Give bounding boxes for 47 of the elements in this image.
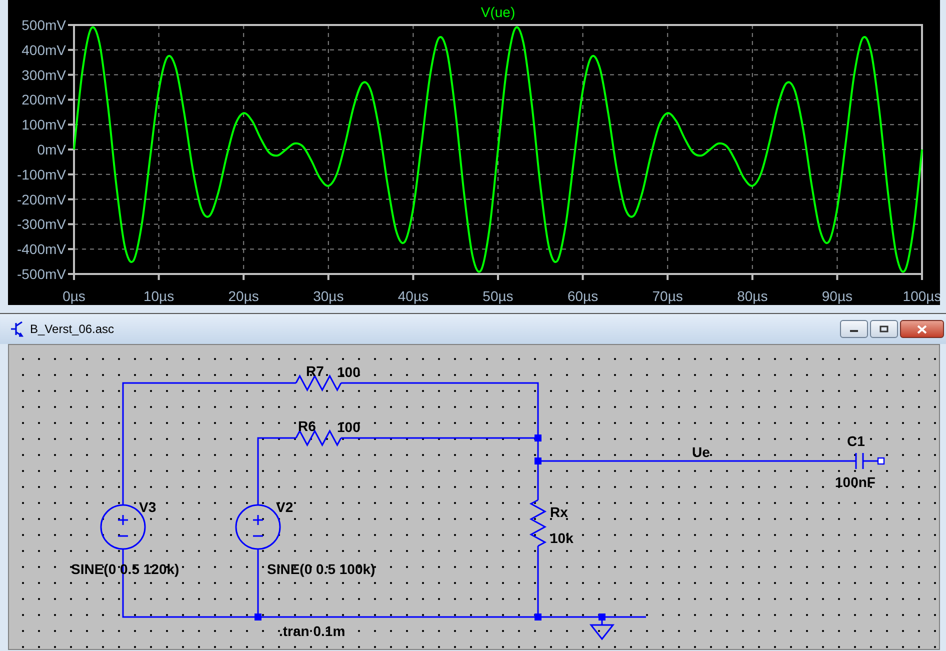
y-axis-label: -400mV: [16, 241, 66, 258]
y-axis-label: 0mV: [37, 142, 66, 158]
component-value: 10k: [550, 530, 574, 546]
trace-label: V(ue): [480, 4, 516, 20]
component-name: V2: [276, 499, 294, 515]
y-axis-label: -300mV: [16, 216, 66, 232]
y-axis-label: 500mV: [22, 17, 66, 33]
x-axis-label: 0µs: [62, 288, 86, 304]
component-value: 100: [337, 419, 360, 435]
close-icon: [917, 324, 927, 334]
spice-directive: .tran 0.1m: [279, 623, 346, 639]
component-name: R7: [306, 363, 324, 379]
transistor-icon: [10, 321, 24, 337]
port-terminal: [877, 457, 885, 465]
minimize-button[interactable]: [840, 320, 868, 338]
close-button[interactable]: [900, 320, 944, 338]
ground-symbol: [590, 619, 615, 640]
x-axis-label: 70µs: [652, 288, 683, 304]
x-axis-label: 80µs: [737, 288, 768, 304]
component-value: 100nF: [835, 474, 876, 490]
x-axis-label: 90µs: [822, 288, 853, 304]
maximize-button[interactable]: [870, 320, 898, 338]
maximize-icon: [879, 325, 889, 333]
x-axis-label: 10µs: [143, 288, 174, 304]
component-name: R6: [298, 418, 316, 434]
component-value: 100: [337, 364, 360, 380]
wire: [863, 460, 878, 462]
y-axis-label: 300mV: [22, 66, 66, 83]
y-axis-label: -200mV: [16, 191, 66, 208]
capacitor-symbol: [855, 452, 864, 470]
net-label: Ue: [692, 444, 710, 460]
resistor-symbol: [529, 499, 547, 547]
x-axis-label: 20µs: [228, 288, 259, 304]
x-axis-label: 30µs: [313, 288, 344, 304]
component-name: C1: [847, 433, 865, 449]
component-name: V3: [139, 499, 156, 515]
y-axis-label: -500mV: [16, 266, 66, 282]
y-axis-label: 200mV: [22, 92, 66, 108]
window-title: B_Verst_06.asc: [30, 322, 116, 336]
y-axis-label: 100mV: [22, 116, 66, 133]
component-name: Rx: [550, 504, 568, 520]
y-axis-label: -100mV: [16, 166, 66, 182]
x-axis-label: 40µs: [398, 288, 429, 304]
component-value: SINE(0 0.5 100k): [267, 561, 376, 577]
x-axis-label: 60µs: [567, 288, 598, 304]
x-axis-label: 50µs: [482, 288, 514, 304]
y-axis-label: 400mV: [22, 42, 66, 58]
